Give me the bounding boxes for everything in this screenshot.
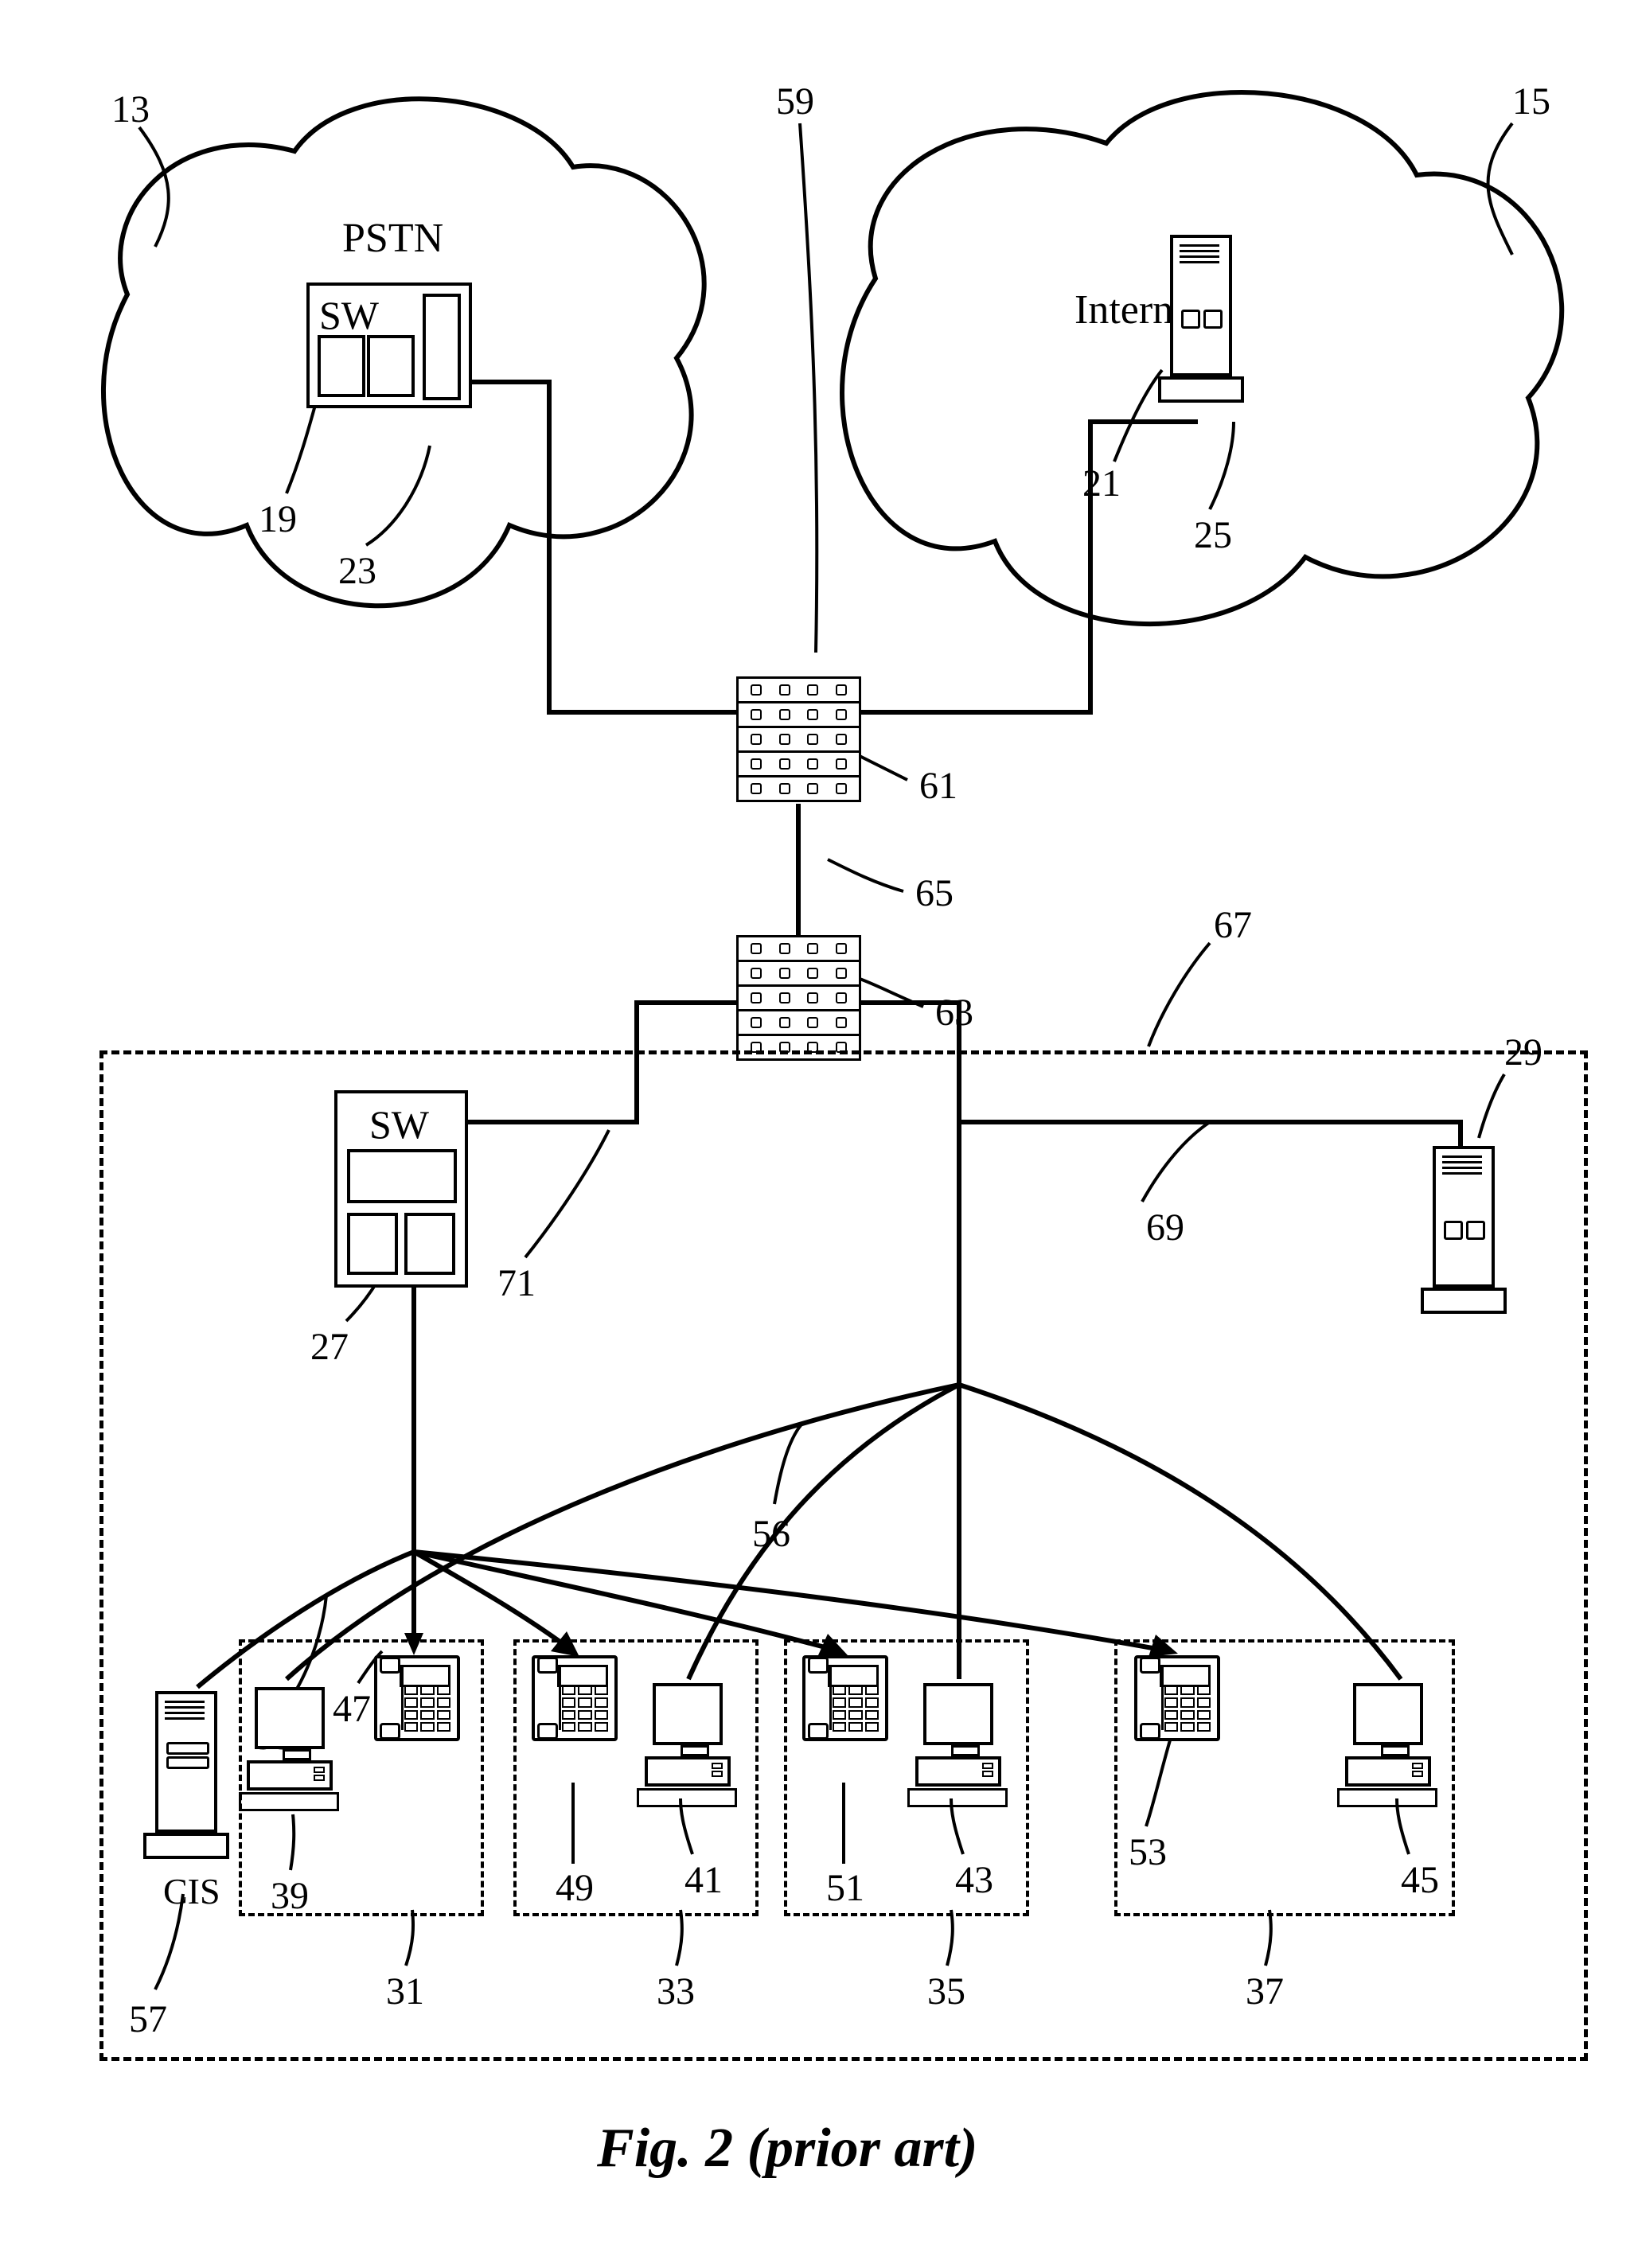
call-center-server [1433,1146,1488,1314]
router-1 [736,676,861,802]
ref-21: 21 [1082,462,1121,505]
phone-53 [1134,1655,1220,1741]
ref-19: 19 [259,497,297,541]
cc-sw-label: SW [369,1101,429,1148]
phone-47 [374,1655,460,1741]
pstn-label: PSTN [342,215,443,262]
ref-65: 65 [915,871,954,915]
internet-server [1170,235,1226,403]
diagram-canvas: PSTN Internet 13 15 59 19 23 21 25 61 65… [16,16,1638,2252]
ref-67: 67 [1214,903,1252,947]
ref-15: 15 [1512,80,1550,123]
ref-13: 13 [111,88,150,131]
call-center-switch: SW [334,1090,468,1288]
pc-45 [1353,1683,1437,1807]
pc-39 [255,1687,339,1811]
pc-41 [653,1683,737,1807]
ref-23: 23 [338,549,376,593]
router-2 [736,935,861,1061]
ref-25: 25 [1194,513,1232,557]
figure-caption: Fig. 2 (prior art) [597,2117,977,2180]
pc-43 [923,1683,1008,1807]
ref-59: 59 [776,80,814,123]
pstn-switch: SW [306,283,472,408]
phone-49 [532,1655,618,1741]
ref-61: 61 [919,764,957,808]
cis-label: CIS [163,1870,220,1912]
cis-server [155,1691,211,1859]
phone-51 [802,1655,888,1741]
pstn-sw-label: SW [319,292,379,338]
ref-63: 63 [935,991,973,1035]
